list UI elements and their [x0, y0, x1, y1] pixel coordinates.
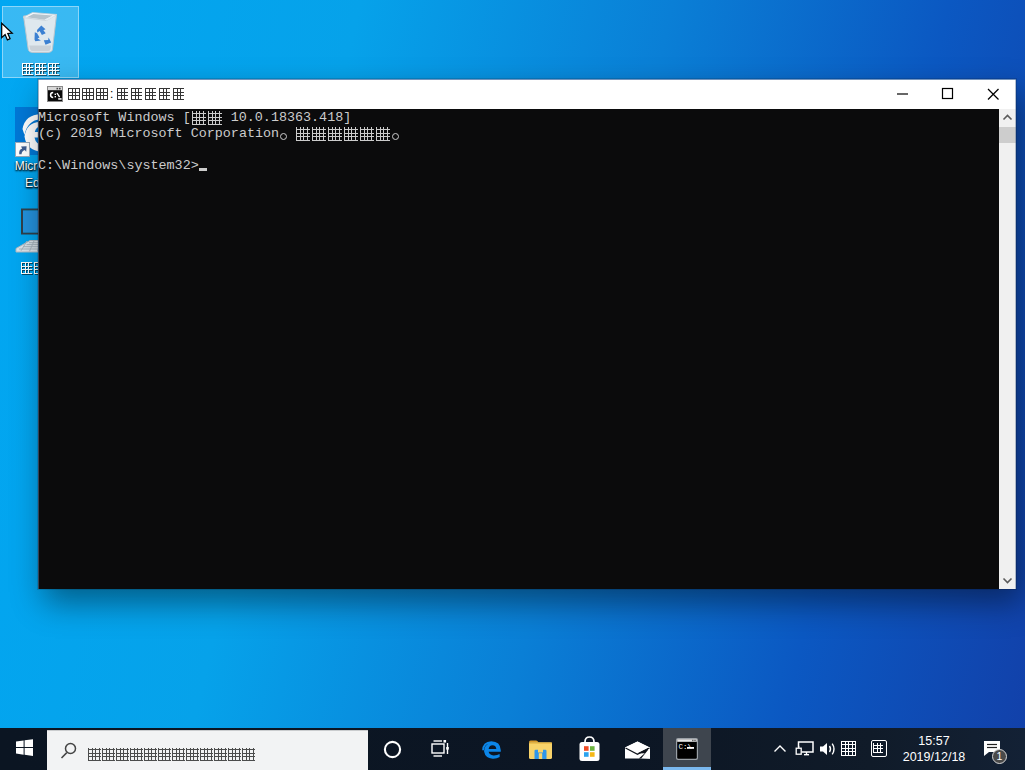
svg-text:C:\: C:\	[679, 743, 693, 751]
